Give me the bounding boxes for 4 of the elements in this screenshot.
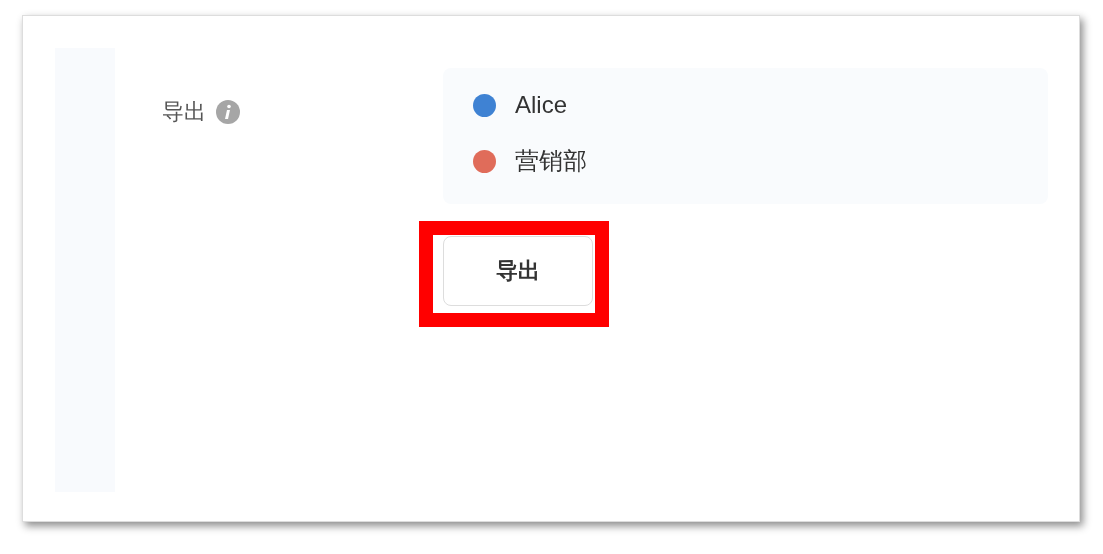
export-button[interactable]: 导出 [443,236,593,306]
recipient-name: 营销部 [515,146,587,176]
recipient-name: Alice [515,91,568,119]
field-label: 导出 [162,98,206,126]
